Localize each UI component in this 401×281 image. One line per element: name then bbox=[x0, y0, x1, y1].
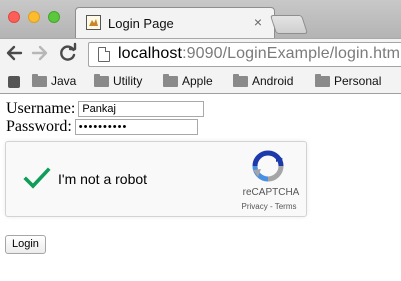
recaptcha-label: I'm not a robot bbox=[58, 171, 148, 187]
close-window-button[interactable] bbox=[8, 11, 20, 23]
folder-icon bbox=[233, 74, 248, 87]
folder-icon bbox=[315, 74, 330, 87]
minimize-window-button[interactable] bbox=[28, 11, 40, 23]
folder-icon bbox=[32, 74, 47, 87]
privacy-link[interactable]: Privacy bbox=[242, 202, 268, 211]
reload-icon bbox=[60, 42, 77, 61]
folder-icon bbox=[163, 74, 178, 87]
address-bar[interactable]: localhost:9090/LoginExample/login.html bbox=[88, 42, 401, 67]
recaptcha-links: Privacy - Terms bbox=[241, 202, 297, 211]
password-label: Password: bbox=[6, 118, 72, 136]
back-arrow-icon bbox=[6, 45, 23, 61]
reload-button[interactable] bbox=[58, 41, 78, 65]
page-content: Username: Pankaj Password: •••••••••• I'm … bbox=[0, 94, 401, 281]
terms-link[interactable]: Terms bbox=[275, 202, 297, 211]
tab-login-page[interactable]: Login Page × bbox=[75, 7, 275, 38]
apps-icon[interactable] bbox=[8, 76, 20, 88]
recaptcha-widget: I'm not a robot reCAPTCHA Privacy - Term… bbox=[5, 141, 307, 217]
tab-strip: Login Page × bbox=[0, 0, 401, 38]
page-icon bbox=[98, 47, 110, 62]
tab-close-icon[interactable]: × bbox=[254, 14, 262, 30]
username-input[interactable]: Pankaj bbox=[78, 101, 205, 118]
browser-toolbar: localhost:9090/LoginExample/login.html bbox=[0, 38, 401, 70]
username-label: Username: bbox=[6, 100, 76, 118]
zoom-window-button[interactable] bbox=[48, 11, 60, 23]
forward-button[interactable] bbox=[30, 41, 50, 65]
tab-title: Login Page bbox=[108, 16, 174, 31]
recaptcha-brand: reCAPTCHA bbox=[242, 187, 300, 198]
password-input[interactable]: •••••••••• bbox=[74, 119, 198, 136]
forward-arrow-icon bbox=[31, 45, 48, 61]
url-text: localhost:9090/LoginExample/login.html bbox=[118, 45, 401, 62]
password-row: Password: •••••••••• bbox=[6, 118, 198, 136]
bookmarks-bar: Java Utility Apple Android Personal bbox=[0, 70, 401, 94]
login-button[interactable]: Login bbox=[5, 235, 46, 254]
back-button[interactable] bbox=[4, 41, 24, 65]
folder-icon bbox=[94, 74, 109, 87]
recaptcha-logo-icon bbox=[252, 150, 284, 182]
new-tab-button[interactable] bbox=[269, 15, 309, 34]
username-row: Username: Pankaj bbox=[6, 100, 205, 118]
favicon-icon bbox=[86, 15, 101, 30]
